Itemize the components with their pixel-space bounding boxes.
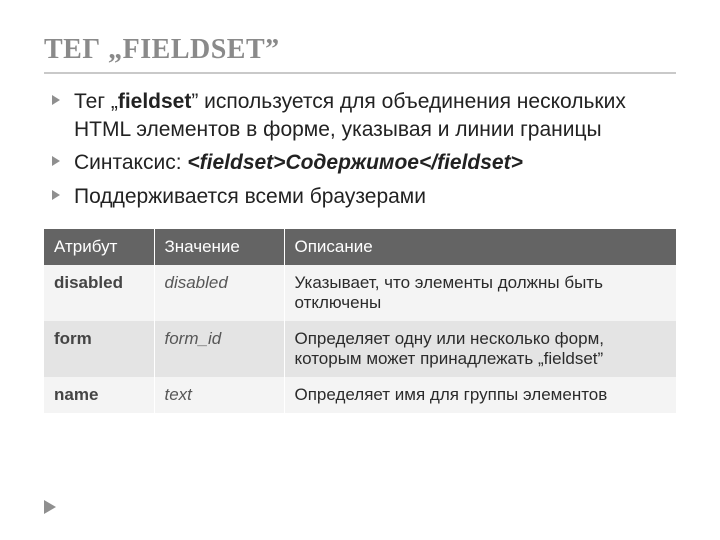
cell-desc: Определяет имя для группы элементов: [284, 377, 676, 413]
bullet-text: Поддерживается всеми браузерами: [74, 185, 426, 208]
th-desc: Описание: [284, 229, 676, 265]
th-attr: Атрибут: [44, 229, 154, 265]
bullet-text: Синтаксис:: [74, 151, 187, 174]
table-row: form form_id Определяет одну или несколь…: [44, 321, 676, 377]
bullet-text: Тег „: [74, 90, 118, 113]
cell-attr: name: [44, 377, 154, 413]
bullet-item: Тег „fieldset” используется для объедине…: [48, 88, 676, 143]
th-value: Значение: [154, 229, 284, 265]
cell-value: text: [154, 377, 284, 413]
cell-value: form_id: [154, 321, 284, 377]
table-header-row: Атрибут Значение Описание: [44, 229, 676, 265]
bullet-item: Синтаксис: <fieldset>Содержимое</fieldse…: [48, 149, 676, 177]
table-row: disabled disabled Указывает, что элемент…: [44, 265, 676, 321]
cell-desc: Указывает, что элементы должны быть откл…: [284, 265, 676, 321]
attributes-table: Атрибут Значение Описание disabled disab…: [44, 229, 676, 413]
cell-value: disabled: [154, 265, 284, 321]
cell-desc: Определяет одну или несколько форм, кото…: [284, 321, 676, 377]
slide: ТЕГ „FIELDSET” Тег „fieldset” использует…: [0, 0, 720, 413]
table-row: name text Определяет имя для группы элем…: [44, 377, 676, 413]
bullet-item: Поддерживается всеми браузерами: [48, 183, 676, 211]
cell-attr: form: [44, 321, 154, 377]
bullet-strong: fieldset: [118, 90, 192, 113]
page-title: ТЕГ „FIELDSET”: [44, 34, 676, 74]
next-arrow-icon[interactable]: [44, 500, 56, 514]
syntax-code: <fieldset>Содержимое</fieldset>: [187, 151, 522, 174]
cell-attr: disabled: [44, 265, 154, 321]
bullet-list: Тег „fieldset” используется для объедине…: [48, 88, 676, 211]
